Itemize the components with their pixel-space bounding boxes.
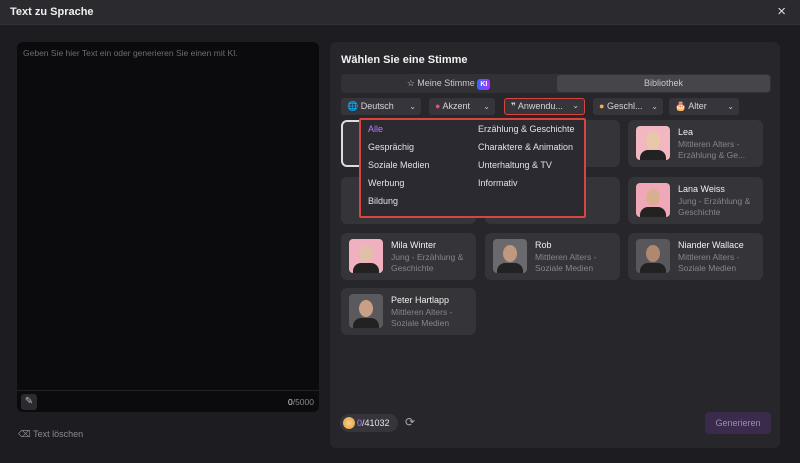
generate-button[interactable]: Generieren (705, 412, 771, 434)
usage-dropdown: Alle Gesprächig Soziale Medien Werbung B… (359, 118, 586, 218)
text-input-area[interactable]: Geben Sie hier Text ein oder generieren … (17, 42, 319, 412)
option-unterhaltung[interactable]: Unterhaltung & TV (478, 160, 552, 170)
filter-label: Akzent (442, 101, 470, 111)
ki-badge: KI (477, 79, 491, 90)
voice-name: Peter Hartlapp (391, 295, 450, 305)
filter-label: Alter (688, 101, 707, 111)
chevron-down-icon: ⌄ (651, 102, 658, 111)
magic-wand-icon[interactable]: ✎ (21, 394, 37, 410)
voice-name: Mila Winter (391, 240, 437, 250)
voice-desc: Mittleren Alters - Soziale Medien (391, 307, 453, 328)
voice-card[interactable]: Rob Mittleren Alters - Soziale Medien (485, 233, 620, 280)
avatar (349, 239, 383, 273)
avatar (636, 239, 670, 273)
voice-name: Lea (678, 127, 694, 137)
voice-panel: Wählen Sie eine Stimme ☆ Meine Stimme KI… (330, 42, 780, 448)
close-icon[interactable]: × (777, 3, 786, 20)
tab-label: Meine Stimme (417, 78, 475, 88)
filter-label: Anwendu... (517, 101, 563, 111)
voice-card[interactable]: Peter Hartlapp Mittleren Alters - Sozial… (341, 288, 476, 335)
voice-desc: Jung - Erzählung & Geschichte (678, 196, 751, 217)
filter-accent[interactable]: ● Akzent ⌄ (429, 98, 495, 115)
filter-language[interactable]: 🌐 Deutsch ⌄ (341, 98, 421, 115)
title-bar: Text zu Sprache × (0, 0, 800, 25)
avatar (636, 126, 670, 160)
credit-counter: 0/41032 (340, 414, 398, 432)
avatar (349, 294, 383, 328)
refresh-icon[interactable]: ⟳ (405, 415, 415, 429)
voice-name: Lana Weiss (678, 184, 725, 194)
option-bildung[interactable]: Bildung (368, 196, 398, 206)
clear-text-button[interactable]: ⌫ Text löschen (18, 429, 83, 440)
clear-text-label: Text löschen (33, 429, 84, 439)
filter-label: Geschl... (606, 101, 643, 111)
voice-desc: Mittleren Alters - Soziale Medien (535, 252, 597, 273)
char-count: 0/5000 (288, 397, 314, 407)
star-icon: ☆ (406, 78, 415, 88)
voice-desc: Mittleren Alters - Erzählung & Ge... (678, 139, 746, 160)
filter-usage[interactable]: ❞ Anwendu... ⌄ (504, 98, 585, 115)
voice-card[interactable]: Lana Weiss Jung - Erzählung & Geschichte (628, 177, 763, 224)
voice-tabs: ☆ Meine Stimme KI Bibliothek (341, 74, 771, 93)
text-placeholder: Geben Sie hier Text ein oder generieren … (23, 48, 238, 58)
avatar (493, 239, 527, 273)
voice-desc: Jung - Erzählung & Geschichte (391, 252, 464, 273)
coin-icon (343, 417, 355, 429)
editor-footer: ✎ 0/5000 (17, 390, 319, 412)
cake-icon: 🎂 (675, 101, 687, 111)
option-soziale-medien[interactable]: Soziale Medien (368, 160, 430, 170)
tab-library[interactable]: Bibliothek (557, 75, 770, 92)
voice-name: Rob (535, 240, 552, 250)
chevron-down-icon: ⌄ (483, 102, 490, 111)
voice-card[interactable]: Niander Wallace Mittleren Alters - Sozia… (628, 233, 763, 280)
quote-icon: ❞ (511, 101, 516, 111)
credits-total: /41032 (362, 418, 390, 428)
option-erzaehlung[interactable]: Erzählung & Geschichte (478, 124, 575, 134)
chevron-down-icon: ⌄ (727, 102, 734, 111)
globe-icon: 🌐 (347, 101, 359, 111)
voice-name: Niander Wallace (678, 240, 744, 250)
char-count-max: /5000 (292, 397, 314, 407)
window-title: Text zu Sprache (10, 6, 94, 18)
option-informativ[interactable]: Informativ (478, 178, 518, 188)
avatar (636, 183, 670, 217)
option-charaktere[interactable]: Charaktere & Animation (478, 142, 573, 152)
filter-gender[interactable]: ● Geschl... ⌄ (593, 98, 663, 115)
panel-heading: Wählen Sie eine Stimme (341, 54, 468, 66)
option-gespraechig[interactable]: Gesprächig (368, 142, 414, 152)
tab-my-voice[interactable]: ☆ Meine Stimme KI (342, 75, 555, 92)
filter-label: Deutsch (360, 101, 394, 111)
voice-desc: Mittleren Alters - Soziale Medien (678, 252, 740, 273)
filter-age[interactable]: 🎂 Alter ⌄ (669, 98, 739, 115)
option-alle[interactable]: Alle (368, 124, 383, 134)
eraser-icon: ⌫ (18, 429, 31, 439)
gender-icon: ● (599, 101, 605, 111)
voice-card[interactable]: Lea Mittleren Alters - Erzählung & Ge... (628, 120, 763, 167)
lips-icon: ● (435, 101, 441, 111)
chevron-down-icon: ⌄ (572, 101, 579, 110)
voice-card[interactable]: Mila Winter Jung - Erzählung & Geschicht… (341, 233, 476, 280)
option-werbung[interactable]: Werbung (368, 178, 404, 188)
chevron-down-icon: ⌄ (409, 102, 416, 111)
